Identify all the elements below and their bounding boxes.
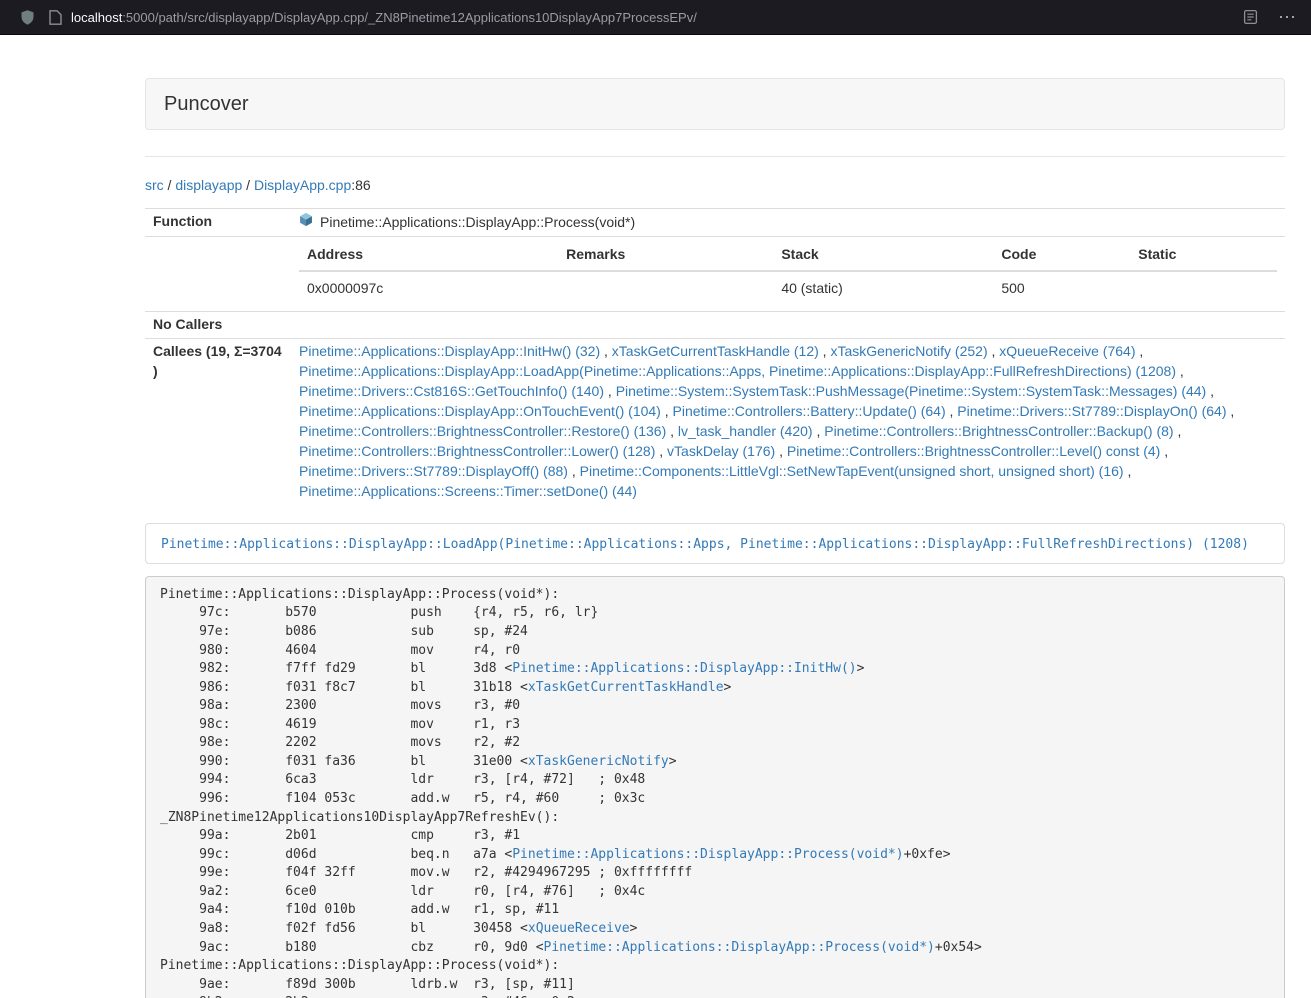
- stats-remarks: [558, 271, 773, 308]
- stats-static: [1130, 271, 1277, 308]
- stats-code: 500: [993, 271, 1130, 308]
- callee-link[interactable]: xTaskGenericNotify (252): [830, 343, 987, 359]
- disassembly-symbol-link[interactable]: Pinetime::Applications::DisplayApp::Init…: [512, 661, 856, 676]
- callees-list: Pinetime::Applications::DisplayApp::Init…: [291, 338, 1285, 504]
- url-bar[interactable]: localhost:5000/path/src/displayapp/Displ…: [71, 10, 1227, 25]
- stats-header-remarks: Remarks: [558, 240, 773, 271]
- callee-link[interactable]: Pinetime::Applications::DisplayApp::Init…: [299, 343, 600, 359]
- disassembly-symbol-link[interactable]: xTaskGetCurrentTaskHandle: [528, 680, 724, 695]
- browser-actions: ⋯: [1243, 0, 1297, 35]
- highlight-symbol-link[interactable]: Pinetime::Applications::DisplayApp::Load…: [161, 537, 1249, 552]
- stats-values-row: 0x0000097c 40 (static) 500: [299, 271, 1277, 308]
- callee-link[interactable]: xTaskGetCurrentTaskHandle (12): [612, 343, 819, 359]
- disassembly-symbol-link[interactable]: Pinetime::Applications::DisplayApp::Proc…: [512, 847, 903, 862]
- disassembly-symbol-link[interactable]: xQueueReceive: [528, 921, 630, 936]
- callee-link[interactable]: Pinetime::Controllers::BrightnessControl…: [299, 423, 666, 439]
- callee-link[interactable]: Pinetime::Drivers::St7789::DisplayOff() …: [299, 463, 568, 479]
- divider: [145, 156, 1285, 157]
- stats-cell: Address Remarks Stack Code Static 0x0000…: [291, 236, 1285, 311]
- no-callers-cell: [291, 311, 1285, 338]
- callee-link[interactable]: Pinetime::Applications::DisplayApp::Load…: [299, 363, 1176, 379]
- breadcrumb-link[interactable]: DisplayApp.cpp: [254, 177, 351, 193]
- callee-link[interactable]: Pinetime::Applications::DisplayApp::OnTo…: [299, 403, 661, 419]
- title-panel: Puncover: [145, 78, 1285, 130]
- callee-link[interactable]: Pinetime::Controllers::BrightnessControl…: [787, 443, 1160, 459]
- breadcrumb-link[interactable]: displayapp: [175, 177, 242, 193]
- function-label: Function: [145, 209, 291, 237]
- breadcrumb-link[interactable]: src: [145, 177, 164, 193]
- reader-mode-icon[interactable]: [1243, 9, 1258, 25]
- callee-link[interactable]: Pinetime::Controllers::BrightnessControl…: [824, 423, 1173, 439]
- function-name: Pinetime::Applications::DisplayApp::Proc…: [320, 213, 635, 233]
- callee-link[interactable]: Pinetime::Applications::Screens::Timer::…: [299, 483, 637, 499]
- stats-row-label: [145, 236, 291, 311]
- stats-header-code: Code: [993, 240, 1130, 271]
- function-cube-icon: [299, 212, 313, 233]
- url-host: localhost: [71, 10, 122, 25]
- callee-link[interactable]: Pinetime::Controllers::Battery::Update()…: [673, 403, 946, 419]
- breadcrumb: src / displayapp / DisplayApp.cpp:86: [145, 175, 1285, 195]
- page-favicon-icon: [49, 10, 62, 25]
- callee-link[interactable]: lv_task_handler (420): [678, 423, 813, 439]
- disassembly: Pinetime::Applications::DisplayApp::Proc…: [145, 576, 1285, 998]
- function-row: Function Pinetime::Applications::Display…: [145, 209, 1285, 237]
- stats-stack: 40 (static): [773, 271, 993, 308]
- callee-link[interactable]: vTaskDelay (176): [667, 443, 775, 459]
- disassembly-symbol-link[interactable]: xTaskGenericNotify: [528, 754, 669, 769]
- callee-link[interactable]: Pinetime::System::SystemTask::PushMessag…: [616, 383, 1207, 399]
- url-path: :5000/path/src/displayapp/DisplayApp.cpp…: [122, 10, 697, 25]
- callees-label: Callees (19, Σ=3704 ): [145, 338, 291, 504]
- callee-link[interactable]: Pinetime::Drivers::Cst816S::GetTouchInfo…: [299, 383, 604, 399]
- stats-header-stack: Stack: [773, 240, 993, 271]
- callee-link[interactable]: Pinetime::Drivers::St7789::DisplayOn() (…: [957, 403, 1226, 419]
- function-name-cell: Pinetime::Applications::DisplayApp::Proc…: [291, 209, 1285, 237]
- highlight-panel: Pinetime::Applications::DisplayApp::Load…: [145, 523, 1285, 564]
- stats-header-static: Static: [1130, 240, 1277, 271]
- callee-link[interactable]: Pinetime::Controllers::BrightnessControl…: [299, 443, 655, 459]
- stats-table: Address Remarks Stack Code Static 0x0000…: [299, 240, 1277, 308]
- no-callers-label: No Callers: [145, 311, 291, 338]
- callees-row: Callees (19, Σ=3704 ) Pinetime::Applicat…: [145, 338, 1285, 504]
- disassembly-symbol-link[interactable]: Pinetime::Applications::DisplayApp::Proc…: [544, 940, 935, 955]
- callee-link[interactable]: xQueueReceive (764): [999, 343, 1135, 359]
- stats-address: 0x0000097c: [299, 271, 558, 308]
- page-content: Puncover src / displayapp / DisplayApp.c…: [145, 78, 1285, 998]
- stats-row: Address Remarks Stack Code Static 0x0000…: [145, 236, 1285, 311]
- no-callers-row: No Callers: [145, 311, 1285, 338]
- callee-link[interactable]: Pinetime::Components::LittleVgl::SetNewT…: [580, 463, 1124, 479]
- stats-header-address: Address: [299, 240, 558, 271]
- shield-icon[interactable]: [20, 9, 35, 26]
- browser-bar: localhost:5000/path/src/displayapp/Displ…: [0, 0, 1311, 35]
- page-title: Puncover: [164, 93, 1266, 115]
- function-table: Function Pinetime::Applications::Display…: [145, 208, 1285, 505]
- menu-button[interactable]: ⋯: [1278, 0, 1297, 35]
